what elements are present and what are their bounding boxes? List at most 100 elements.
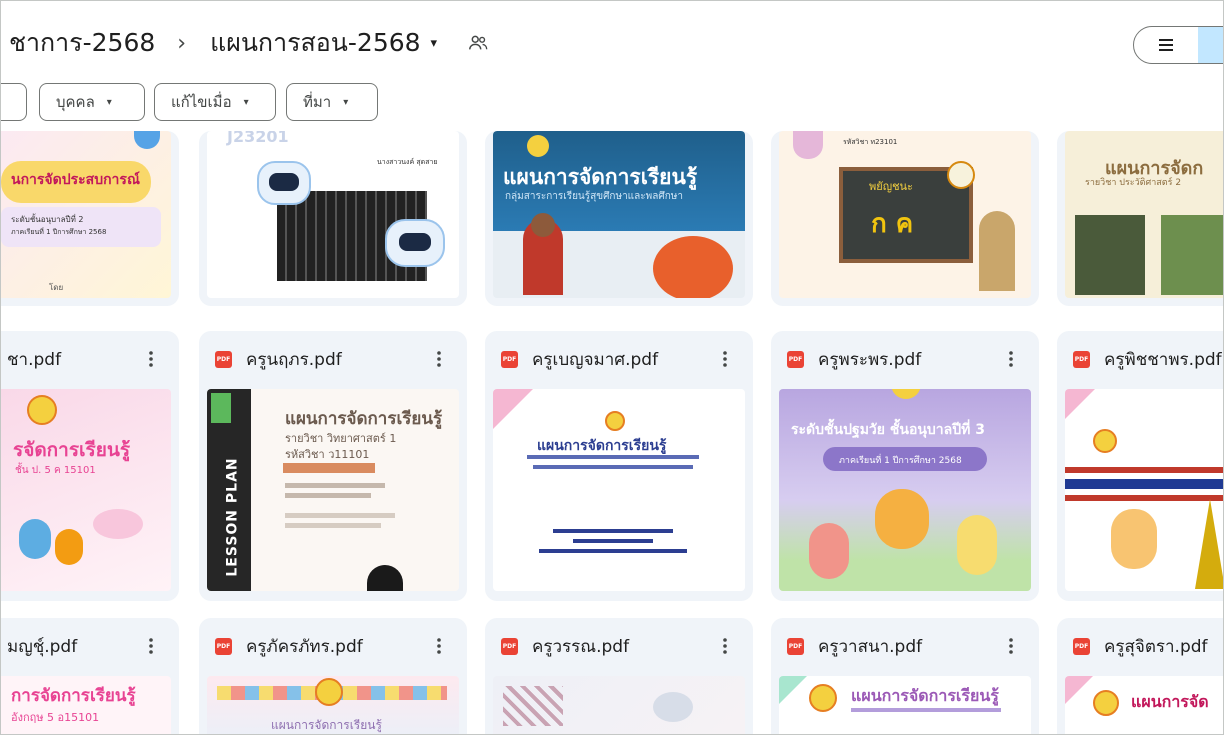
thumbnail-side-label: LESSON PLAN xyxy=(224,457,241,577)
list-view-icon xyxy=(1159,39,1173,51)
pdf-icon: PDF xyxy=(215,350,232,368)
breadcrumb-parent-folder[interactable]: ชาการ-2568 xyxy=(9,23,159,63)
more-vert-icon[interactable] xyxy=(999,347,1023,371)
thumbnail-subtitle: นางสาวนงค์ สุดสาย xyxy=(377,158,438,166)
file-thumbnail: แผนการจัดก รายวิชา ประวัติศาสตร์ 2 xyxy=(1065,131,1223,298)
file-card[interactable]: นการจัดประสบการณ์ ระดับชั้นอนุบาลปีที่ 2… xyxy=(1,131,179,306)
file-card-header: ชา.pdf xyxy=(1,331,179,387)
filter-source[interactable]: ที่มา ▾ xyxy=(286,83,378,121)
filter-chip-partial[interactable] xyxy=(1,83,27,121)
file-card-header: PDF ครูวาสนา.pdf xyxy=(771,618,1039,674)
thumbnail-subtitle: รหัสวิชา ว11101 xyxy=(285,448,370,461)
thumbnail-title: แผนการจัดการเรียนรู้ xyxy=(285,409,443,429)
pdf-icon: PDF xyxy=(1073,637,1090,655)
list-view-button[interactable] xyxy=(1134,27,1198,63)
thumbnail-subtitle: รหัสวิชา ท23101 xyxy=(843,138,898,146)
thumbnail-title: ก ค xyxy=(871,209,914,239)
file-thumbnail: J23201 นางสาวนงค์ สุดสาย xyxy=(207,131,459,298)
file-thumbnail: แผนการจัดการเรียนรู้ xyxy=(207,676,459,734)
file-name[interactable]: มญชุ์.pdf xyxy=(7,633,139,660)
file-thumbnail: แผนการจัด xyxy=(1065,676,1223,734)
file-name[interactable]: ชา.pdf xyxy=(7,346,139,373)
pdf-icon: PDF xyxy=(501,637,518,655)
file-name[interactable]: ครูวาสนา.pdf xyxy=(818,633,999,660)
thumbnail-title: แผนการจัดการเรียนรู้ xyxy=(851,686,999,705)
file-card[interactable]: PDF ครูพระพร.pdf ระดับชั้นปฐมวัย ชั้นอนุ… xyxy=(771,331,1039,601)
file-card-header: PDF ครูพระพร.pdf xyxy=(771,331,1039,387)
shared-folder-icon[interactable] xyxy=(467,32,489,54)
file-name[interactable]: ครูนฤภร.pdf xyxy=(246,346,427,373)
more-vert-icon[interactable] xyxy=(999,634,1023,658)
file-card[interactable]: J23201 นางสาวนงค์ สุดสาย xyxy=(199,131,467,306)
more-vert-icon[interactable] xyxy=(139,347,163,371)
file-card-header: PDF ครูสุจิตรา.pdf xyxy=(1057,618,1223,674)
file-card[interactable]: รหัสวิชา ท23101 พยัญชนะ ก ค xyxy=(771,131,1039,306)
thumbnail-title: แผนการจัด xyxy=(1131,692,1209,711)
more-vert-icon[interactable] xyxy=(427,347,451,371)
file-card[interactable]: แผนการจัดการเรียนรู้ กลุ่มสาระการเรียนรู… xyxy=(485,131,753,306)
thumbnail-subtitle: โดย xyxy=(49,283,64,292)
file-card[interactable]: แผนการจัดก รายวิชา ประวัติศาสตร์ 2 xyxy=(1057,131,1223,306)
thumbnail-subtitle: ภาคเรียนที่ 1 ปีการศึกษา 2568 xyxy=(11,228,107,236)
file-card[interactable]: PDF ครูนฤภร.pdf LESSON PLAN แผนการจัดการ… xyxy=(199,331,467,601)
more-vert-icon[interactable] xyxy=(139,634,163,658)
pdf-icon: PDF xyxy=(215,637,232,655)
filter-modified[interactable]: แก้ไขเมื่อ ▾ xyxy=(154,83,276,121)
file-thumbnail: รหัสวิชา ท23101 พยัญชนะ ก ค xyxy=(779,131,1031,298)
more-vert-icon[interactable] xyxy=(713,347,737,371)
file-card[interactable]: PDF ครูสุจิตรา.pdf แผนการจัด xyxy=(1057,618,1223,734)
file-name[interactable]: ครูพระพร.pdf xyxy=(818,346,999,373)
file-thumbnail: การจัดการเรียนรู้ อังกฤษ 5 อ15101 xyxy=(1,676,171,734)
file-card-header: PDF ครูภัครภัทร.pdf xyxy=(199,618,467,674)
thumbnail-title: การจัดการเรียนรู้ xyxy=(11,686,136,706)
more-vert-icon[interactable] xyxy=(427,634,451,658)
file-thumbnail: นการจัดประสบการณ์ ระดับชั้นอนุบาลปีที่ 2… xyxy=(1,131,171,298)
chevron-down-icon: ▾ xyxy=(430,35,438,51)
file-thumbnail: รจัดการเรียนรู้ ชั้น ป. 5 ค 15101 xyxy=(1,389,171,591)
file-thumbnail: แผนการจัดการเรียนรู้ xyxy=(493,389,745,591)
file-thumbnail xyxy=(493,676,745,734)
thumbnail-subtitle: รายวิชา ประวัติศาสตร์ 2 xyxy=(1085,178,1182,188)
file-card[interactable]: PDF ครูพิชชาพร.pdf xyxy=(1057,331,1223,601)
current-folder-name: แผนการสอน-2568 xyxy=(210,28,421,57)
filter-people[interactable]: บุคคล ▾ xyxy=(39,83,145,121)
pdf-icon: PDF xyxy=(501,350,518,368)
file-card[interactable]: PDF ครูภัครภัทร.pdf แผนการจัดการเรียนรู้ xyxy=(199,618,467,734)
thumbnail-title: J23201 xyxy=(227,131,289,146)
file-thumbnail: LESSON PLAN แผนการจัดการเรียนรู้ รายวิชา… xyxy=(207,389,459,591)
pdf-icon: PDF xyxy=(787,637,804,655)
file-name[interactable]: ครูพิชชาพร.pdf xyxy=(1104,346,1223,373)
breadcrumb-current-folder[interactable]: แผนการสอน-2568 ▾ xyxy=(204,23,443,63)
file-name[interactable]: ครูวรรณ.pdf xyxy=(532,633,713,660)
thumbnail-subtitle: อังกฤษ 5 อ15101 xyxy=(11,711,100,724)
drive-window: ชาการ-2568 › แผนการสอน-2568 ▾ บุคคล ▾ แก… xyxy=(0,0,1224,735)
file-card[interactable]: PDF ครูวรรณ.pdf xyxy=(485,618,753,734)
pdf-icon: PDF xyxy=(1073,350,1090,368)
thumbnail-subtitle: ชั้น ป. 5 ค 15101 xyxy=(15,465,96,476)
file-card[interactable]: PDF ครูเบญจมาศ.pdf แผนการจัดการเรียนรู้ xyxy=(485,331,753,601)
file-card-header: PDF ครูวรรณ.pdf xyxy=(485,618,753,674)
thumbnail-subtitle: ระดับชั้นอนุบาลปีที่ 2 xyxy=(11,215,84,224)
file-card-header: มญชุ์.pdf xyxy=(1,618,179,674)
thumbnail-subtitle: ภาคเรียนที่ 1 ปีการศึกษา 2568 xyxy=(839,456,962,466)
file-card[interactable]: PDF ครูวาสนา.pdf แผนการจัดการเรียนรู้ xyxy=(771,618,1039,734)
file-thumbnail xyxy=(1065,389,1223,591)
breadcrumb-separator-icon: › xyxy=(177,30,187,56)
file-card-header: PDF ครูนฤภร.pdf xyxy=(199,331,467,387)
filter-source-label: ที่มา xyxy=(303,93,332,111)
grid-view-button[interactable] xyxy=(1198,27,1223,63)
file-name[interactable]: ครูเบญจมาศ.pdf xyxy=(532,346,713,373)
file-card[interactable]: มญชุ์.pdf การจัดการเรียนรู้ อังกฤษ 5 อ15… xyxy=(1,618,179,734)
file-name[interactable]: ครูสุจิตรา.pdf xyxy=(1104,633,1223,660)
file-card-header: PDF ครูพิชชาพร.pdf xyxy=(1057,331,1223,387)
file-name[interactable]: ครูภัครภัทร.pdf xyxy=(246,633,427,660)
file-card[interactable]: ชา.pdf รจัดการเรียนรู้ ชั้น ป. 5 ค 15101 xyxy=(1,331,179,601)
thumbnail-subtitle: พยัญชนะ xyxy=(869,180,913,193)
file-thumbnail: ระดับชั้นปฐมวัย ชั้นอนุบาลปีที่ 3 ภาคเรี… xyxy=(779,389,1031,591)
thumbnail-title: แผนการจัดการเรียนรู้ xyxy=(537,438,667,454)
chevron-down-icon: ▾ xyxy=(243,96,249,108)
filter-modified-label: แก้ไขเมื่อ xyxy=(171,93,232,111)
chevron-down-icon: ▾ xyxy=(106,96,112,108)
more-vert-icon[interactable] xyxy=(713,634,737,658)
thumbnail-subtitle: กลุ่มสาระการเรียนรู้สุขศึกษาและพลศึกษา xyxy=(505,191,683,202)
